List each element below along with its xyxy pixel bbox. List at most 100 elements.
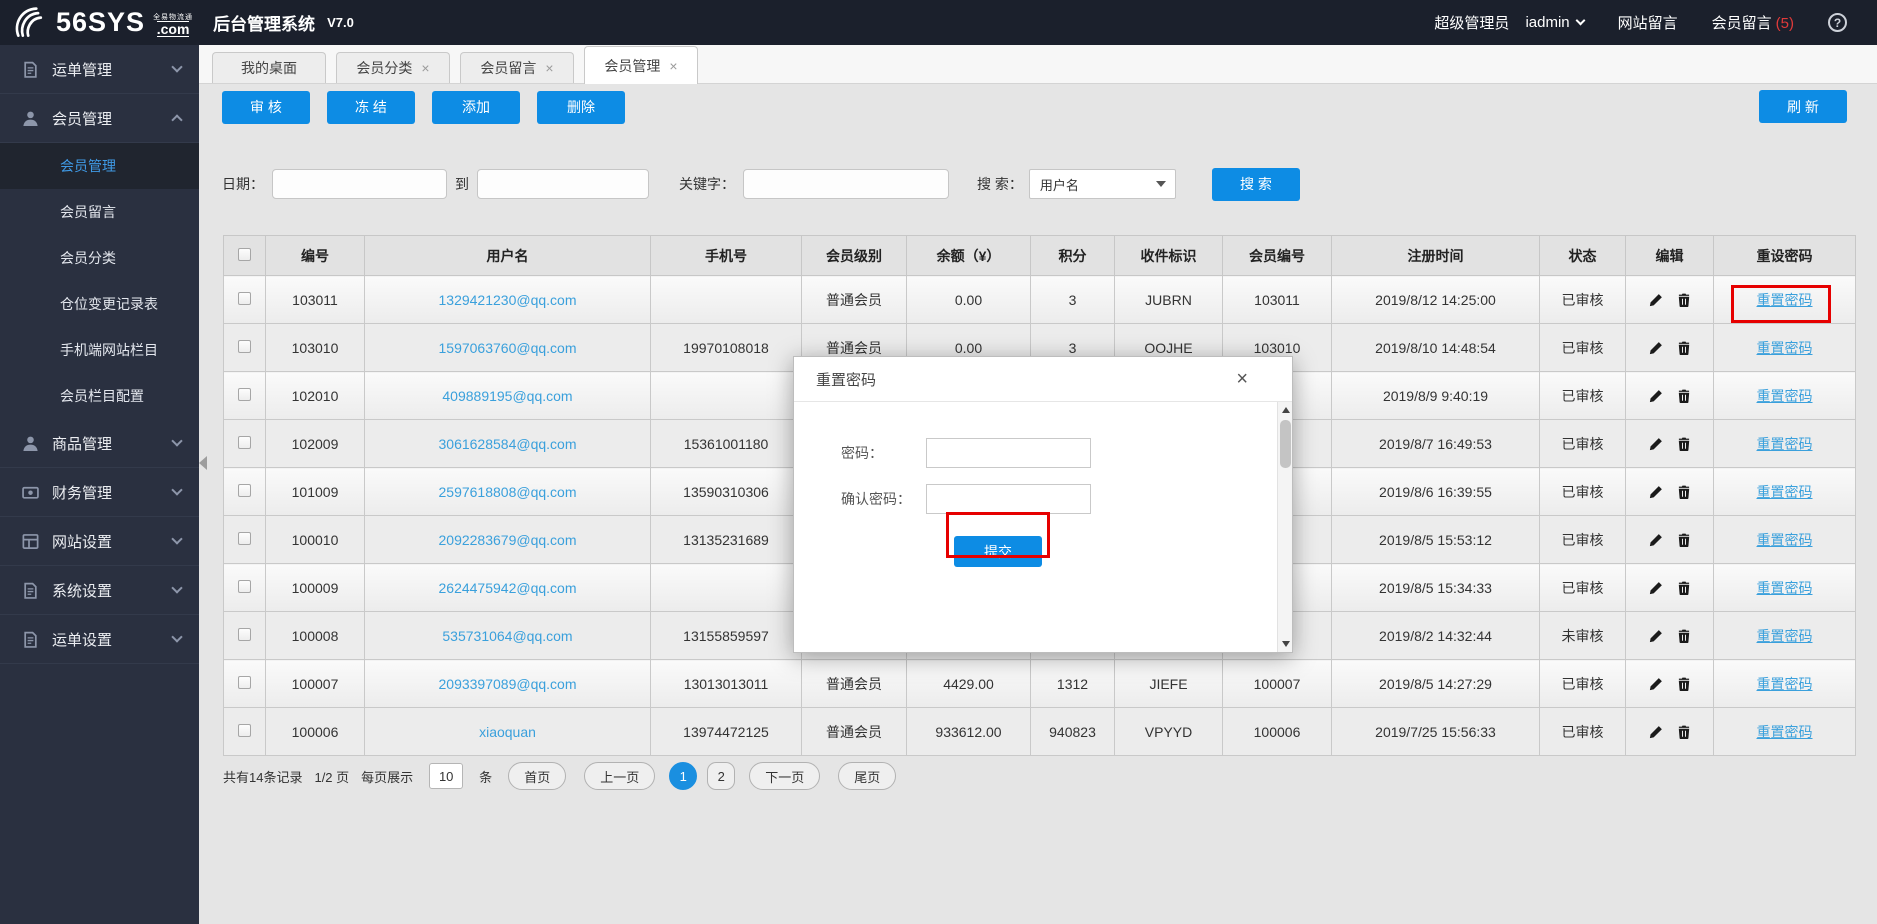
edit-icon[interactable]: [1649, 725, 1663, 739]
help-icon[interactable]: ?: [1828, 13, 1847, 32]
search-type-select[interactable]: 用户名: [1029, 169, 1176, 199]
sidebar-group-product-management[interactable]: 商品管理: [0, 419, 199, 468]
sidebar-group-website-settings[interactable]: 网站设置: [0, 517, 199, 566]
row-checkbox[interactable]: [238, 580, 251, 593]
page-button-1[interactable]: 1: [669, 762, 697, 790]
reset-password-link[interactable]: 重置密码: [1757, 580, 1813, 596]
username-link[interactable]: 2093397089@qq.com: [439, 676, 577, 692]
keyword-input[interactable]: [743, 169, 949, 199]
member-messages-link[interactable]: 会员留言(5): [1712, 12, 1794, 33]
username-link[interactable]: 1329421230@qq.com: [439, 292, 577, 308]
close-icon[interactable]: ×: [421, 61, 429, 75]
sidebar-item-warehouse-change-log[interactable]: 仓位变更记录表: [0, 281, 199, 327]
scroll-down-icon[interactable]: [1278, 636, 1293, 652]
sidebar-group-waybill-settings[interactable]: 运单设置: [0, 615, 199, 664]
per-page-input[interactable]: 10: [429, 763, 463, 789]
delete-button[interactable]: 删除: [537, 91, 625, 124]
row-checkbox[interactable]: [238, 724, 251, 737]
username-link[interactable]: 535731064@qq.com: [442, 628, 572, 644]
row-checkbox[interactable]: [238, 436, 251, 449]
reset-password-link[interactable]: 重置密码: [1757, 292, 1813, 308]
delete-icon[interactable]: [1678, 581, 1690, 595]
page-button-2[interactable]: 2: [707, 762, 735, 790]
username-link[interactable]: 1597063760@qq.com: [439, 340, 577, 356]
prev-page-button[interactable]: 上一页: [584, 762, 655, 790]
sidebar-item-member-categories[interactable]: 会员分类: [0, 235, 199, 281]
tab-member-management[interactable]: 会员管理×: [584, 46, 698, 84]
delete-icon[interactable]: [1678, 533, 1690, 547]
freeze-button[interactable]: 冻 结: [327, 91, 415, 124]
reset-password-link[interactable]: 重置密码: [1757, 628, 1813, 644]
sidebar-item-member-column-config[interactable]: 会员栏目配置: [0, 373, 199, 419]
close-icon[interactable]: ×: [1236, 369, 1248, 389]
reset-password-link[interactable]: 重置密码: [1757, 388, 1813, 404]
delete-icon[interactable]: [1678, 629, 1690, 643]
date-from-input[interactable]: [272, 169, 447, 199]
select-all-checkbox[interactable]: [238, 248, 251, 261]
sidebar-group-finance-management[interactable]: 财务管理: [0, 468, 199, 517]
row-checkbox[interactable]: [238, 340, 251, 353]
reset-password-link[interactable]: 重置密码: [1757, 436, 1813, 452]
site-messages-link[interactable]: 网站留言: [1618, 12, 1678, 33]
scrollbar-thumb[interactable]: [1280, 420, 1291, 468]
row-checkbox[interactable]: [238, 676, 251, 689]
edit-icon[interactable]: [1649, 581, 1663, 595]
delete-icon[interactable]: [1678, 725, 1690, 739]
user-menu[interactable]: iadmin: [1525, 14, 1583, 31]
sidebar-group-member-management[interactable]: 会员管理: [0, 94, 199, 143]
tab-member-messages[interactable]: 会员留言×: [460, 52, 574, 83]
first-page-button[interactable]: 首页: [508, 762, 566, 790]
username-link[interactable]: 409889195@qq.com: [442, 388, 572, 404]
reset-password-link[interactable]: 重置密码: [1757, 724, 1813, 740]
delete-icon[interactable]: [1678, 437, 1690, 451]
close-icon[interactable]: ×: [545, 61, 553, 75]
delete-icon[interactable]: [1678, 677, 1690, 691]
delete-icon[interactable]: [1678, 341, 1690, 355]
last-page-button[interactable]: 尾页: [838, 762, 896, 790]
confirm-password-input[interactable]: [926, 484, 1091, 514]
edit-icon[interactable]: [1649, 629, 1663, 643]
edit-icon[interactable]: [1649, 437, 1663, 451]
delete-icon[interactable]: [1678, 389, 1690, 403]
username-link[interactable]: 2597618808@qq.com: [439, 484, 577, 500]
reset-password-link[interactable]: 重置密码: [1757, 484, 1813, 500]
edit-icon[interactable]: [1649, 677, 1663, 691]
username-link[interactable]: 2624475942@qq.com: [439, 580, 577, 596]
username-link[interactable]: xiaoquan: [479, 724, 536, 740]
sidebar-group-system-settings[interactable]: 系统设置: [0, 566, 199, 615]
username-link[interactable]: 3061628584@qq.com: [439, 436, 577, 452]
reset-password-link[interactable]: 重置密码: [1757, 340, 1813, 356]
search-button[interactable]: 搜 索: [1212, 168, 1300, 201]
edit-icon[interactable]: [1649, 293, 1663, 307]
edit-icon[interactable]: [1649, 533, 1663, 547]
refresh-button[interactable]: 刷 新: [1759, 90, 1847, 123]
sidebar-collapse-handle[interactable]: [199, 448, 212, 478]
tab-my-desktop[interactable]: 我的桌面: [212, 52, 326, 83]
password-input[interactable]: [926, 438, 1091, 468]
row-checkbox[interactable]: [238, 292, 251, 305]
sidebar-item-member-management[interactable]: 会员管理: [0, 143, 199, 189]
add-button[interactable]: 添加: [432, 91, 520, 124]
scroll-up-icon[interactable]: [1278, 402, 1293, 418]
date-to-input[interactable]: [477, 169, 649, 199]
edit-icon[interactable]: [1649, 485, 1663, 499]
edit-icon[interactable]: [1649, 341, 1663, 355]
row-checkbox[interactable]: [238, 628, 251, 641]
modal-scrollbar[interactable]: [1277, 402, 1292, 652]
delete-icon[interactable]: [1678, 485, 1690, 499]
reset-password-link[interactable]: 重置密码: [1757, 676, 1813, 692]
row-checkbox[interactable]: [238, 532, 251, 545]
sidebar-item-mobile-site-columns[interactable]: 手机端网站栏目: [0, 327, 199, 373]
reset-password-link[interactable]: 重置密码: [1757, 532, 1813, 548]
close-icon[interactable]: ×: [669, 59, 677, 73]
row-checkbox[interactable]: [238, 388, 251, 401]
row-checkbox[interactable]: [238, 484, 251, 497]
edit-icon[interactable]: [1649, 389, 1663, 403]
audit-button[interactable]: 审 核: [222, 91, 310, 124]
next-page-button[interactable]: 下一页: [749, 762, 820, 790]
sidebar-group-waybill-management[interactable]: 运单管理: [0, 45, 199, 94]
delete-icon[interactable]: [1678, 293, 1690, 307]
username-link[interactable]: 2092283679@qq.com: [439, 532, 577, 548]
submit-button[interactable]: 提交: [954, 536, 1042, 567]
sidebar-item-member-messages[interactable]: 会员留言: [0, 189, 199, 235]
